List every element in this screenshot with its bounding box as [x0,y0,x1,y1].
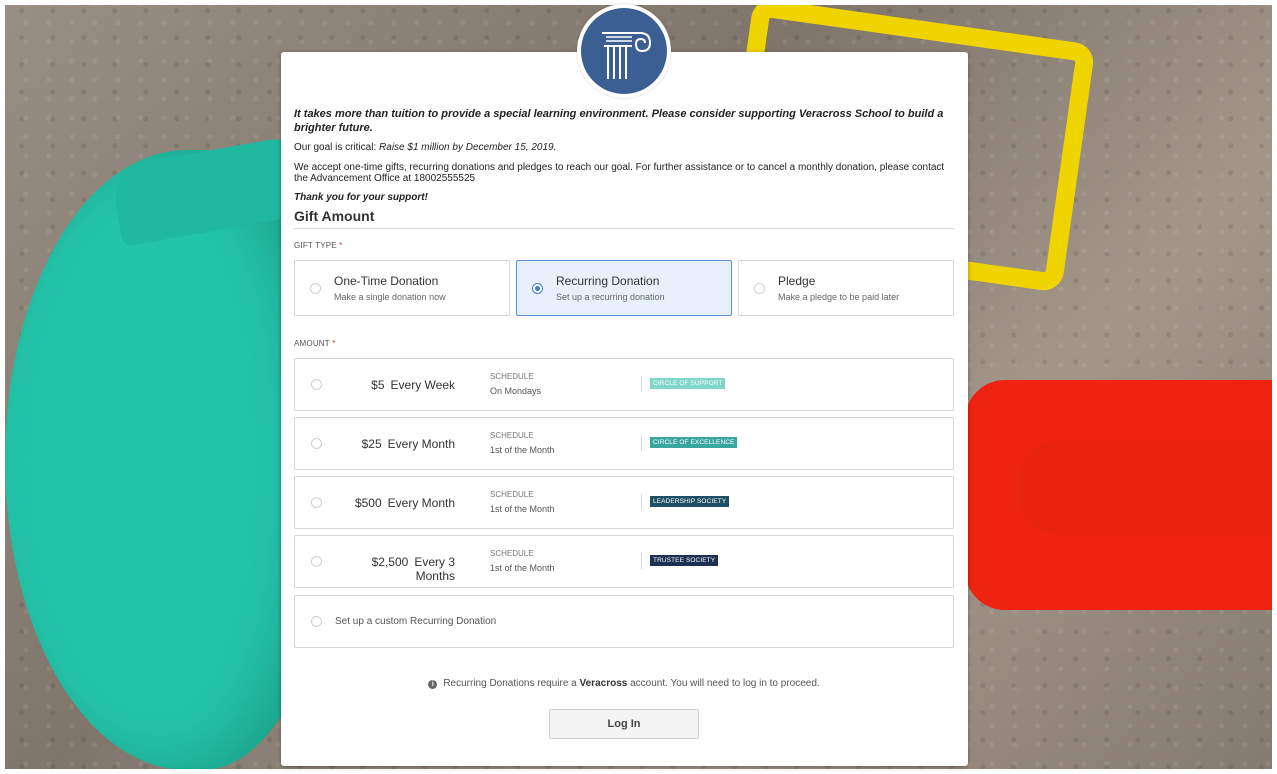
schedule-value: On Mondays [490,386,542,396]
gift-type-title: Pledge [778,274,816,288]
gift-type-subtitle: Make a single donation now [334,292,446,302]
gift-type-title: One-Time Donation [334,274,439,288]
giving-level-badge: TRUSTEE SOCIETY [650,555,719,566]
amount-number: $25 [361,437,382,451]
amount-value: $2,500 Every 3 Months [335,555,455,583]
schedule-label: SCHEDULE [490,549,534,558]
intro-thanks: Thank you for your support! [294,192,428,203]
intro-accepted-gifts: We accept one-time gifts, recurring dona… [294,162,945,184]
gift-type-one-time[interactable]: One-Time Donation Make a single donation… [294,260,510,316]
schedule-value: 1st of the Month [490,504,555,514]
schedule-value: 1st of the Month [490,445,555,455]
amount-frequency: Every Month [387,496,455,510]
school-logo [577,4,671,98]
intro-text: It takes more than tuition to provide a … [294,107,954,203]
intro-goal: Our goal is critical: Raise $1 million b… [294,141,954,154]
amount-frequency: Every Week [390,378,455,392]
custom-amount-row[interactable]: Set up a custom Recurring Donation [294,595,954,648]
gift-type-pledge[interactable]: Pledge Make a pledge to be paid later [738,260,954,316]
row-divider [641,494,642,510]
required-mark: * [339,241,343,250]
column-logo-icon [581,8,667,94]
amount-number: $5 [371,378,385,392]
amount-label-text: AMOUNT [294,339,330,348]
amount-option-row[interactable]: $5 Every Week SCHEDULE On Mondays CIRCLE … [294,358,954,411]
amount-label: AMOUNT * [294,339,336,348]
schedule-value: 1st of the Month [490,563,555,573]
giving-level-badge: CIRCLE OF SUPPORT [650,378,726,389]
amount-radio[interactable] [311,556,322,567]
schedule-label: SCHEDULE [490,490,534,499]
intro-goal-emphasis: Raise $1 million by December 15, 2019. [379,142,557,153]
login-notice: i Recurring Donations require a Veracross… [294,678,954,689]
row-divider [641,553,642,569]
gift-amount-heading: Gift Amount [294,208,954,229]
recurring-radio[interactable] [532,283,543,294]
amount-option-row[interactable]: $500 Every Month SCHEDULE 1st of the Mont… [294,476,954,529]
notice-prefix: Recurring Donations require a [443,678,580,689]
intro-appeal: It takes more than tuition to provide a … [294,108,944,134]
custom-amount-label: Set up a custom Recurring Donation [335,616,497,627]
gift-type-recurring[interactable]: Recurring Donation Set up a recurring do… [516,260,732,316]
amount-frequency: Every 3 Months [414,555,455,583]
amount-value: $5 Every Week [335,378,455,392]
pledge-radio[interactable] [754,283,765,294]
gift-type-subtitle: Set up a recurring donation [556,292,665,302]
gift-type-title: Recurring Donation [556,274,660,288]
one-time-radio[interactable] [310,283,321,294]
amount-radio[interactable] [311,497,322,508]
info-icon: i [428,680,438,689]
gift-type-label-text: GIFT TYPE [294,241,337,250]
intro-goal-prefix: Our goal is critical: [294,142,380,153]
amount-radio[interactable] [311,438,322,449]
amount-frequency: Every Month [387,437,455,451]
notice-suffix: account. You will need to log in to proc… [627,678,820,689]
amount-option-row[interactable]: $2,500 Every 3 Months SCHEDULE 1st of the… [294,535,954,588]
gift-type-label: GIFT TYPE * [294,241,343,250]
schedule-label: SCHEDULE [490,431,534,440]
row-divider [641,376,642,392]
amount-option-row[interactable]: $25 Every Month SCHEDULE 1st of the Month… [294,417,954,470]
log-in-button[interactable]: Log In [549,709,699,739]
custom-amount-radio[interactable] [311,616,322,627]
amount-value: $500 Every Month [335,496,455,510]
row-divider [641,435,642,451]
background-toy-shovel-handle [1020,440,1277,535]
amount-number: $500 [354,496,382,510]
giving-level-badge: LEADERSHIP SOCIETY [650,496,730,507]
amount-radio[interactable] [311,379,322,390]
required-mark: * [332,339,336,348]
schedule-label: SCHEDULE [490,372,534,381]
giving-level-badge: CIRCLE OF EXCELLENCE [650,437,738,448]
amount-value: $25 Every Month [335,437,455,451]
notice-brand: Veracross [579,678,628,689]
amount-number: $2,500 [371,555,409,569]
gift-type-subtitle: Make a pledge to be paid later [778,292,900,302]
